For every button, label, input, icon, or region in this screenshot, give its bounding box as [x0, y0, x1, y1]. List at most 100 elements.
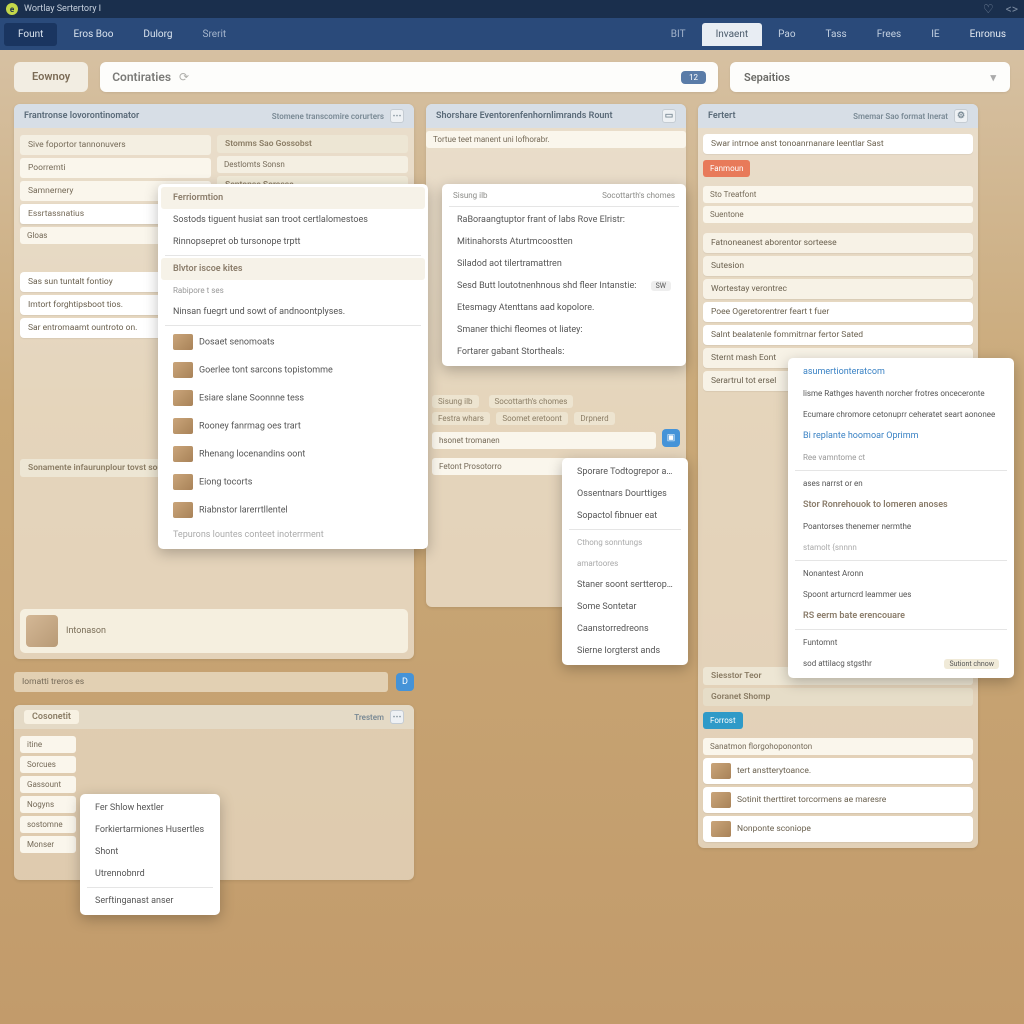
dropdown-actions[interactable]: Sporare Todtogrepor anants Ossentnars Do…: [562, 458, 688, 665]
dd-item[interactable]: Etesmagy Atenttans aad kopolore.: [445, 297, 683, 319]
side-item[interactable]: sostomne: [20, 816, 76, 833]
dd-item[interactable]: Goerlee tont sarcons topistomme: [161, 356, 425, 384]
side-row[interactable]: Sanatmon florgohopononton: [703, 738, 973, 755]
dd-item[interactable]: Fortarer gabant Stortheals:: [445, 341, 683, 363]
search-bar[interactable]: Contiraties ⟳ 12: [100, 62, 718, 92]
tab-1[interactable]: Pao: [764, 23, 809, 46]
dd-item[interactable]: lisme Rathges haventh norcher frotres on…: [791, 383, 1011, 404]
dd-item[interactable]: RaBoraangtuptor frant of labs Rove Elris…: [445, 209, 683, 231]
side-row[interactable]: Sto Treatfont: [703, 186, 973, 203]
side-row[interactable]: Poee Ogeretorentrer feart t fuer: [703, 302, 973, 322]
dd-item[interactable]: Funtomnt: [791, 632, 1011, 653]
dd-item[interactable]: Siladod aot tilertramattren: [445, 253, 683, 275]
tab-a[interactable]: Cosonetit: [24, 710, 79, 724]
dd-item[interactable]: Nonantest Aronn: [791, 563, 1011, 584]
nav-item-2[interactable]: Dulorg: [129, 23, 186, 46]
tab-5[interactable]: Enronus: [956, 23, 1020, 46]
side-item[interactable]: Monser: [20, 836, 76, 853]
dropdown-menu[interactable]: Fer Shlow hextler Forkiertarmiones Huser…: [80, 794, 220, 915]
side-row[interactable]: Sutesion: [703, 256, 973, 276]
thumb-row[interactable]: Nonponte sconiope: [703, 816, 973, 842]
panel-options-icon[interactable]: ⋯: [390, 109, 404, 123]
dd-item[interactable]: Ecumare chromore cetonuprr ceheratet sea…: [791, 404, 1011, 425]
refresh-icon[interactable]: ⟳: [179, 70, 189, 84]
dropdown-recent[interactable]: Ferriormtion Sostods tiguent husiat san …: [158, 184, 428, 549]
dd-item[interactable]: Mitinahorsts Aturtmcoostten: [445, 231, 683, 253]
chip[interactable]: Festra whars: [432, 412, 490, 425]
side-item[interactable]: Gassount: [20, 776, 76, 793]
nav-item-3[interactable]: Srerit: [189, 23, 241, 46]
badge-d[interactable]: D: [396, 673, 414, 691]
tag-primary[interactable]: Forrost: [703, 712, 743, 729]
tab-2[interactable]: Tass: [812, 23, 861, 46]
dd-item[interactable]: Some Sontetar: [565, 596, 685, 618]
tab-3[interactable]: Frees: [863, 23, 915, 46]
side-row[interactable]: Salnt bealatenle fommitrnar fertor Sated: [703, 325, 973, 345]
dd-item[interactable]: Spoont arturncrd leammer ues: [791, 584, 1011, 605]
dd-item[interactable]: sod attilacg stgsthr Sutiont chnow: [791, 653, 1011, 675]
dd-item[interactable]: Forkiertarmiones Husertles: [83, 819, 217, 841]
dd-item[interactable]: Sesd Butt loutotnenhnous shd fleer Intan…: [445, 275, 683, 297]
dd-item[interactable]: Riabnstor larerrtllentel: [161, 496, 425, 524]
list-item[interactable]: Destlomts Sonsn: [217, 156, 408, 173]
dropdown-context[interactable]: asumertionteratcom lisme Rathges haventh…: [788, 358, 1014, 678]
tab-b[interactable]: Trestem: [354, 713, 384, 722]
nav-item-1[interactable]: Eros Boo: [59, 23, 127, 46]
dd-item[interactable]: Esiare slane Soonnne tess: [161, 384, 425, 412]
chip[interactable]: Drpnerd: [574, 412, 614, 425]
dd-item[interactable]: Bi replante hoomoar Oprimm: [791, 425, 1011, 447]
dd-header[interactable]: asumertionteratcom: [791, 361, 1011, 383]
dd-item[interactable]: RS eerm bate erencouare: [791, 605, 1011, 627]
filter-badge[interactable]: 12: [681, 71, 706, 84]
dd-item[interactable]: Serftinganast anser: [83, 890, 217, 912]
list-item[interactable]: Sive foportor tannonuvers: [20, 135, 211, 155]
badge-warn[interactable]: Fanmoun: [703, 160, 750, 177]
tab-4[interactable]: IE: [917, 23, 953, 46]
dd-item[interactable]: Caanstorredreons: [565, 618, 685, 640]
side-row[interactable]: Suentone: [703, 206, 973, 223]
right-panel-select[interactable]: Sepaitios ▾: [730, 62, 1010, 92]
dd-item[interactable]: Rooney fanrmag oes trart: [161, 412, 425, 440]
section-tab[interactable]: Eownoy: [14, 62, 88, 92]
dd-item[interactable]: Sostods tiguent husiat san troot certlal…: [161, 209, 425, 231]
side-item[interactable]: Nogyns: [20, 796, 76, 813]
dd-item[interactable]: Sierne Iorgterst ands: [565, 640, 685, 662]
badge-status[interactable]: ▣: [662, 429, 680, 447]
dd-item[interactable]: Stor Ronrehouok to lomeren anoses: [791, 494, 1011, 516]
dd-item[interactable]: Shont: [83, 841, 217, 863]
dd-item[interactable]: ases narrst or en: [791, 473, 1011, 494]
dd-item[interactable]: Ossentnars Dourttiges: [565, 483, 685, 505]
dd-item[interactable]: Staner soont sertteropys: [565, 574, 685, 596]
dd-item[interactable]: amartoores: [565, 553, 685, 574]
code-icon[interactable]: <>: [1006, 2, 1018, 16]
thumb-row[interactable]: Sotinit therttiret torcormens ae maresre: [703, 787, 973, 813]
dd-item[interactable]: Sopactol fibnuer eat: [565, 505, 685, 527]
dropdown-events[interactable]: Sisung ilb Socottarth's chomes RaBoraang…: [442, 184, 686, 366]
thumb-row[interactable]: tert anstterytoance.: [703, 758, 973, 784]
tab-0[interactable]: Invaent: [702, 23, 763, 46]
side-row[interactable]: Fatnoneanest aborentor sorteese: [703, 233, 973, 253]
chip[interactable]: Soomet eretoont: [496, 412, 568, 425]
dd-item[interactable]: Utrennobnrd: [83, 863, 217, 885]
dd-item[interactable]: Fer Shlow hextler: [83, 797, 217, 819]
side-row[interactable]: Wortestay verontrec: [703, 279, 973, 299]
dd-item[interactable]: Ree vamntome ct: [791, 447, 1011, 468]
heart-icon[interactable]: ♡: [983, 2, 994, 16]
dd-item[interactable]: Ninsan fuegrt und sowt of andnoontplyses…: [161, 301, 425, 323]
dd-item[interactable]: Eiong tocorts: [161, 468, 425, 496]
dd-item[interactable]: Dosaet senomoats: [161, 328, 425, 356]
dd-item[interactable]: Tepurons lountes conteet inoterrment: [161, 524, 425, 546]
expand-icon[interactable]: ▭: [662, 109, 676, 123]
side-item[interactable]: Sorcues: [20, 756, 76, 773]
dd-item[interactable]: stamolt {snnnn: [791, 537, 1011, 558]
side-row[interactable]: Swar intrnoe anst tonoanrnanare leentlar…: [703, 134, 973, 154]
nav-item-0[interactable]: Fount: [4, 23, 57, 46]
dd-item[interactable]: Smaner thichi fleomes ot liatey:: [445, 319, 683, 341]
settings-icon[interactable]: ⚙: [954, 109, 968, 123]
dd-item[interactable]: Poantorses thenemer nermthe: [791, 516, 1011, 537]
more-icon[interactable]: ⋯: [390, 710, 404, 724]
user-chip[interactable]: Intonason: [20, 609, 408, 653]
dd-item[interactable]: Cthong sonntungs: [565, 532, 685, 553]
side-item[interactable]: itine: [20, 736, 76, 753]
nav-mid[interactable]: BIT: [657, 23, 700, 46]
